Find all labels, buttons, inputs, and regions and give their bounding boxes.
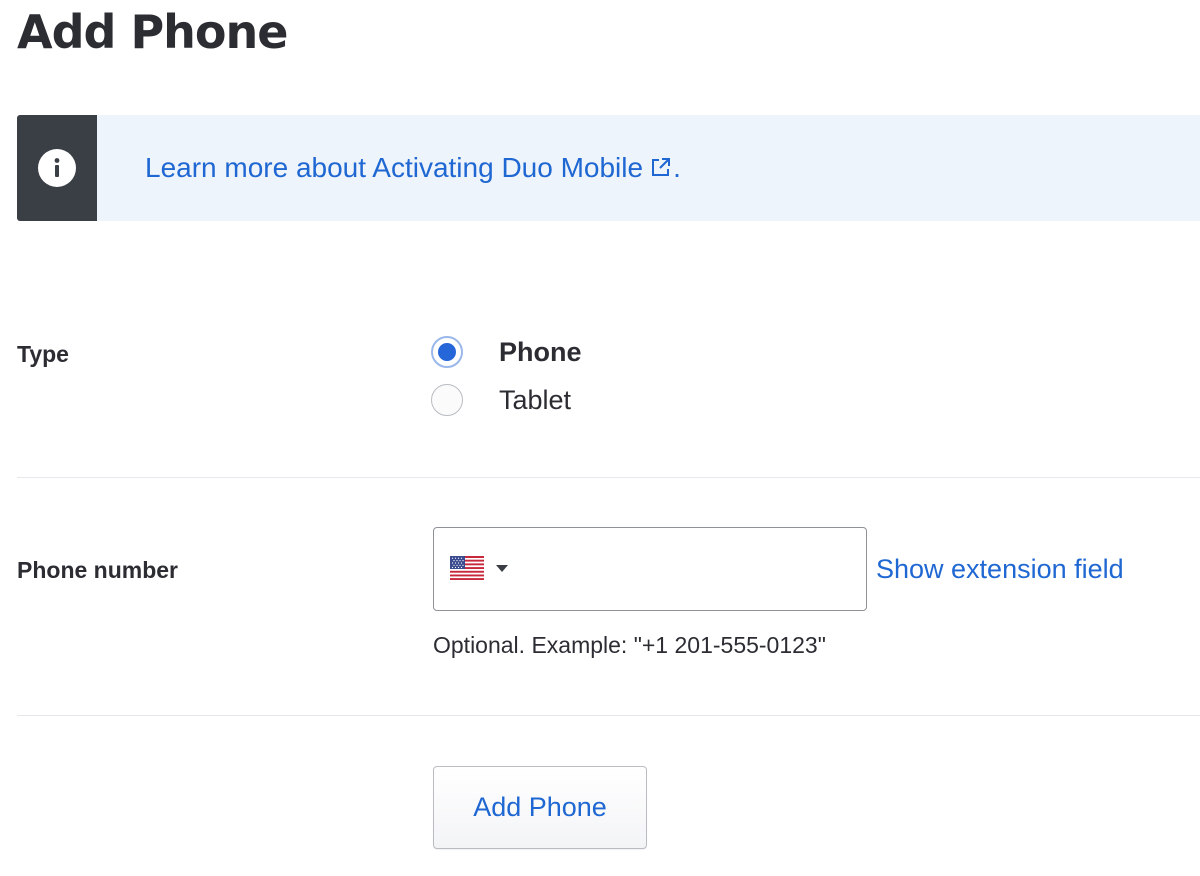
phone-number-field[interactable]	[524, 528, 862, 610]
radio-phone-label[interactable]: Phone	[499, 337, 582, 368]
add-phone-page: Add Phone Learn more about Activating Du…	[0, 0, 1200, 876]
phone-number-input[interactable]	[433, 527, 867, 611]
radio-tablet[interactable]	[431, 384, 463, 416]
radio-option-phone[interactable]: Phone	[431, 334, 582, 370]
phone-number-label: Phone number	[17, 557, 179, 583]
add-phone-button[interactable]: Add Phone	[433, 766, 647, 849]
type-label: Type	[17, 341, 69, 367]
page-title: Add Phone	[17, 5, 288, 59]
info-banner: Learn more about Activating Duo Mobile .	[17, 115, 1200, 221]
external-link-icon	[652, 158, 671, 176]
learn-more-link-text: Learn more about Activating Duo Mobile	[145, 152, 644, 183]
chevron-down-icon[interactable]	[496, 564, 508, 572]
info-banner-strip	[17, 115, 97, 221]
radio-option-tablet[interactable]: Tablet	[431, 382, 571, 418]
divider	[17, 477, 1200, 478]
show-extension-link[interactable]: Show extension field	[876, 552, 1124, 586]
us-flag-icon	[450, 556, 484, 580]
country-select[interactable]	[450, 556, 508, 580]
phone-number-hint: Optional. Example: "+1 201-555-0123"	[433, 632, 826, 658]
info-banner-trailing-text: .	[673, 152, 681, 183]
radio-tablet-label[interactable]: Tablet	[499, 385, 571, 416]
radio-phone-selected[interactable]	[431, 336, 463, 368]
learn-more-link[interactable]: Learn more about Activating Duo Mobile .	[145, 150, 681, 186]
divider	[17, 715, 1200, 716]
info-icon	[38, 149, 76, 187]
